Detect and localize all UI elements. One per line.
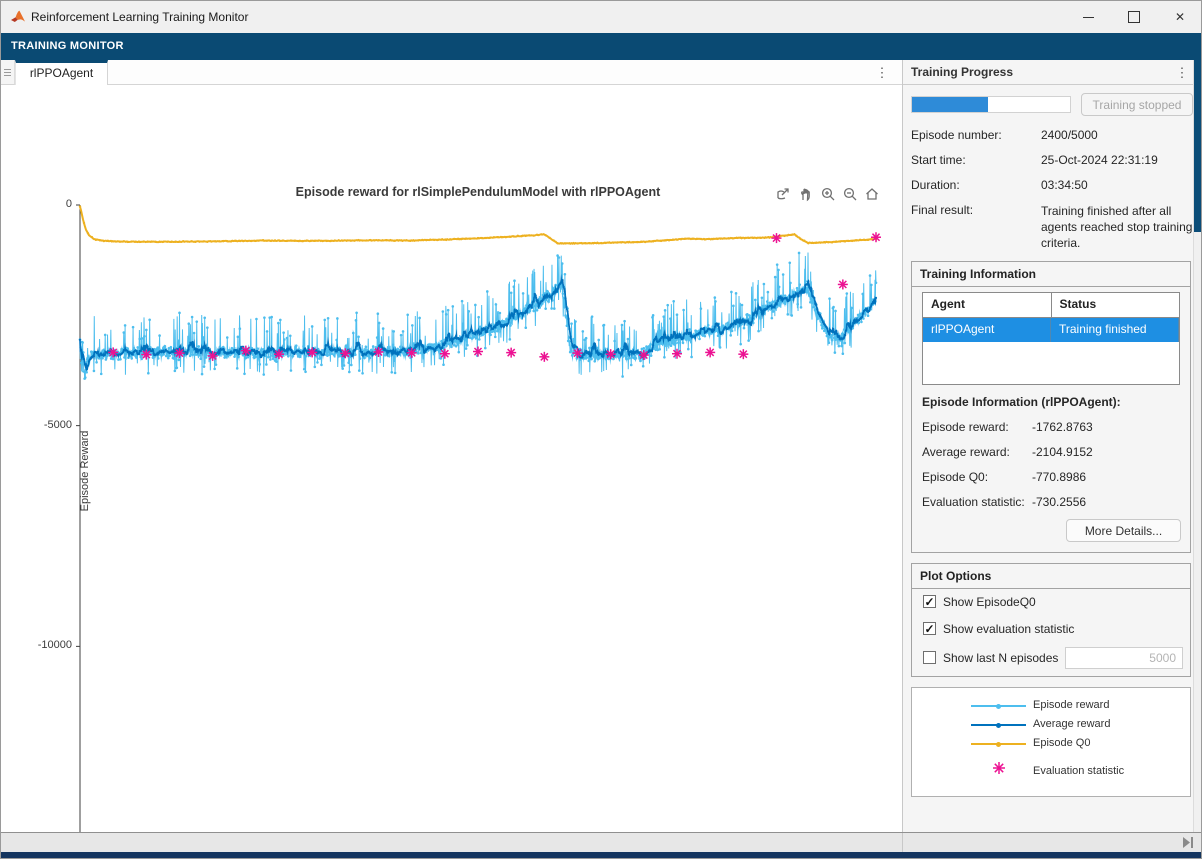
training-information-title: Training Information bbox=[912, 262, 1190, 287]
final-result-value: Training finished after all agents reach… bbox=[1041, 203, 1193, 251]
agent-column-header: Agent bbox=[923, 293, 1052, 317]
episode-information-title: Episode Information (rlPPOAgent): bbox=[922, 395, 1121, 409]
last-n-episodes-input[interactable] bbox=[1065, 647, 1183, 669]
grip-icon bbox=[4, 67, 11, 78]
minimize-icon bbox=[1083, 17, 1094, 18]
episode-q0-value: -770.8986 bbox=[1032, 470, 1086, 484]
legend-label-episode-reward: Episode reward bbox=[1033, 699, 1109, 711]
tab-strip-grip[interactable] bbox=[1, 60, 15, 85]
app-window: Reinforcement Learning Training Monitor … bbox=[0, 0, 1202, 859]
agent-status-table: Agent Status rlPPOAgent Training finishe… bbox=[922, 292, 1180, 385]
legend-dot-average-reward bbox=[996, 723, 1001, 728]
status-bar bbox=[1, 832, 1202, 852]
table-header-row: Agent Status bbox=[923, 293, 1179, 318]
legend-asterisk-icon bbox=[991, 760, 1007, 776]
average-reward-value: -2104.9152 bbox=[1032, 445, 1093, 459]
legend-label-evaluation-statistic: Evaluation statistic bbox=[1033, 765, 1124, 777]
status-bar-divider bbox=[902, 833, 903, 852]
duration-value: 03:34:50 bbox=[1041, 178, 1088, 192]
show-episodeq0-label: Show EpisodeQ0 bbox=[943, 595, 1036, 609]
document-tab-strip bbox=[1, 60, 902, 85]
training-progress-fill bbox=[912, 97, 988, 112]
start-time-value: 25-Oct-2024 22:31:19 bbox=[1041, 153, 1158, 167]
show-episodeq0-checkbox[interactable]: ✓ bbox=[923, 595, 936, 608]
right-scrollbar-thumb[interactable] bbox=[1194, 60, 1202, 232]
duration-label: Duration: bbox=[911, 178, 960, 192]
tab-strip-menu-button[interactable]: ⋮ bbox=[873, 60, 891, 85]
episode-number-label: Episode number: bbox=[911, 128, 1002, 142]
episode-reward-label: Episode reward: bbox=[922, 420, 1009, 434]
ribbon: TRAINING MONITOR bbox=[1, 33, 1202, 60]
right-panel-title: Training Progress bbox=[911, 60, 1013, 85]
legend-dot-episode-reward bbox=[996, 704, 1001, 709]
show-evaluation-statistic-label: Show evaluation statistic bbox=[943, 622, 1074, 636]
expand-panel-icon[interactable] bbox=[1181, 836, 1195, 849]
evaluation-statistic-value: -730.2556 bbox=[1032, 495, 1086, 509]
minimize-button[interactable] bbox=[1065, 1, 1111, 33]
y-axis-label: Episode Reward bbox=[79, 401, 91, 541]
maximize-button[interactable] bbox=[1111, 1, 1157, 33]
legend-dot-episode-q0 bbox=[996, 742, 1001, 747]
legend-label-episode-q0: Episode Q0 bbox=[1033, 737, 1090, 749]
maximize-icon bbox=[1128, 11, 1140, 23]
right-panel-menu-button[interactable]: ⋮ bbox=[1173, 60, 1191, 85]
show-last-n-episodes-checkbox[interactable] bbox=[923, 651, 936, 664]
agent-cell: rlPPOAgent bbox=[923, 318, 1051, 342]
window-title: Reinforcement Learning Training Monitor bbox=[31, 1, 248, 33]
more-details-button[interactable]: More Details... bbox=[1066, 519, 1181, 542]
episode-q0-label: Episode Q0: bbox=[922, 470, 988, 484]
start-time-label: Start time: bbox=[911, 153, 966, 167]
tab-rlppoagent[interactable]: rlPPOAgent bbox=[15, 60, 108, 85]
episode-reward-value: -1762.8763 bbox=[1032, 420, 1093, 434]
plot-canvas[interactable] bbox=[50, 193, 892, 859]
plot-options-title: Plot Options bbox=[912, 564, 1190, 589]
average-reward-label: Average reward: bbox=[922, 445, 1010, 459]
final-result-label: Final result: bbox=[911, 203, 973, 217]
training-stopped-button[interactable]: Training stopped bbox=[1081, 93, 1193, 116]
ribbon-tab-training-monitor[interactable]: TRAINING MONITOR bbox=[1, 33, 134, 60]
y-tick-label: 0 bbox=[28, 198, 72, 210]
window-bottom-edge bbox=[1, 852, 1202, 859]
show-last-n-episodes-label: Show last N episodes bbox=[943, 651, 1058, 665]
status-cell: Training finished bbox=[1051, 318, 1179, 342]
show-evaluation-statistic-checkbox[interactable]: ✓ bbox=[923, 622, 936, 635]
training-progress-bar bbox=[911, 96, 1071, 113]
figure-area: Episode reward for rlSimplePendulumModel… bbox=[1, 85, 902, 832]
y-tick-label: -10000 bbox=[28, 639, 72, 651]
close-button[interactable]: ✕ bbox=[1157, 1, 1202, 33]
y-tick-label: -5000 bbox=[28, 419, 72, 431]
matlab-logo-icon bbox=[10, 9, 26, 25]
close-icon: ✕ bbox=[1175, 10, 1185, 24]
legend-label-average-reward: Average reward bbox=[1033, 718, 1110, 730]
status-column-header: Status bbox=[1052, 293, 1180, 317]
title-bar: Reinforcement Learning Training Monitor … bbox=[1, 1, 1202, 33]
table-row[interactable]: rlPPOAgent Training finished bbox=[923, 318, 1179, 342]
evaluation-statistic-label: Evaluation statistic: bbox=[922, 495, 1025, 509]
episode-number-value: 2400/5000 bbox=[1041, 128, 1098, 142]
